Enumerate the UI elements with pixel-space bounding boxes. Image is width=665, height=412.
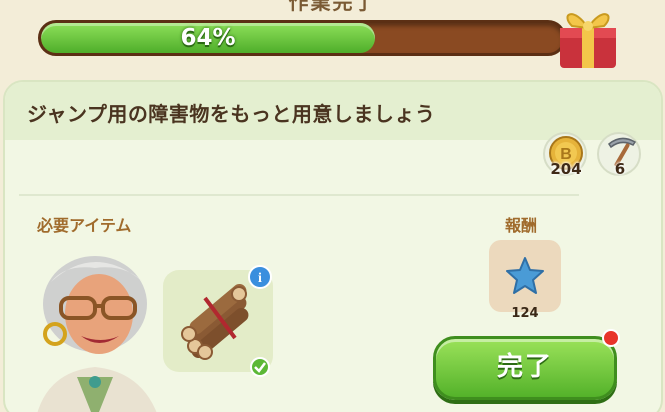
required-label: 必要アイテム (37, 216, 132, 235)
required-item-tile[interactable]: i (163, 265, 273, 377)
reward-count: 124 (511, 306, 539, 321)
divider (19, 194, 579, 196)
stat-pickaxe-value: 6 (614, 160, 626, 178)
stat-pickaxe: 6 (597, 132, 645, 180)
reward-tile (489, 240, 561, 312)
complete-button[interactable]: 完了 (433, 336, 617, 400)
svg-text:i: i (258, 271, 262, 286)
stat-coins: B 204 (543, 132, 591, 180)
stat-coins-value: 204 (550, 160, 582, 178)
logs-bundle-icon (181, 284, 249, 360)
quest-card: ジャンプ用の障害物をもっと用意しましょう B 204 6 必要アイテム 報酬 i… (3, 80, 663, 412)
check-icon (250, 357, 270, 377)
gift-icon[interactable] (556, 2, 620, 72)
info-icon[interactable]: i (247, 264, 273, 290)
notification-dot (602, 329, 620, 347)
reward-label: 報酬 (505, 216, 538, 235)
progress-bar: 64% (38, 20, 566, 56)
character-avatar (37, 256, 157, 412)
quest-title: ジャンプ用の障害物をもっと用意しましょう (27, 102, 436, 126)
progress-label: 64% (180, 25, 236, 51)
blue-star-icon (506, 257, 544, 294)
